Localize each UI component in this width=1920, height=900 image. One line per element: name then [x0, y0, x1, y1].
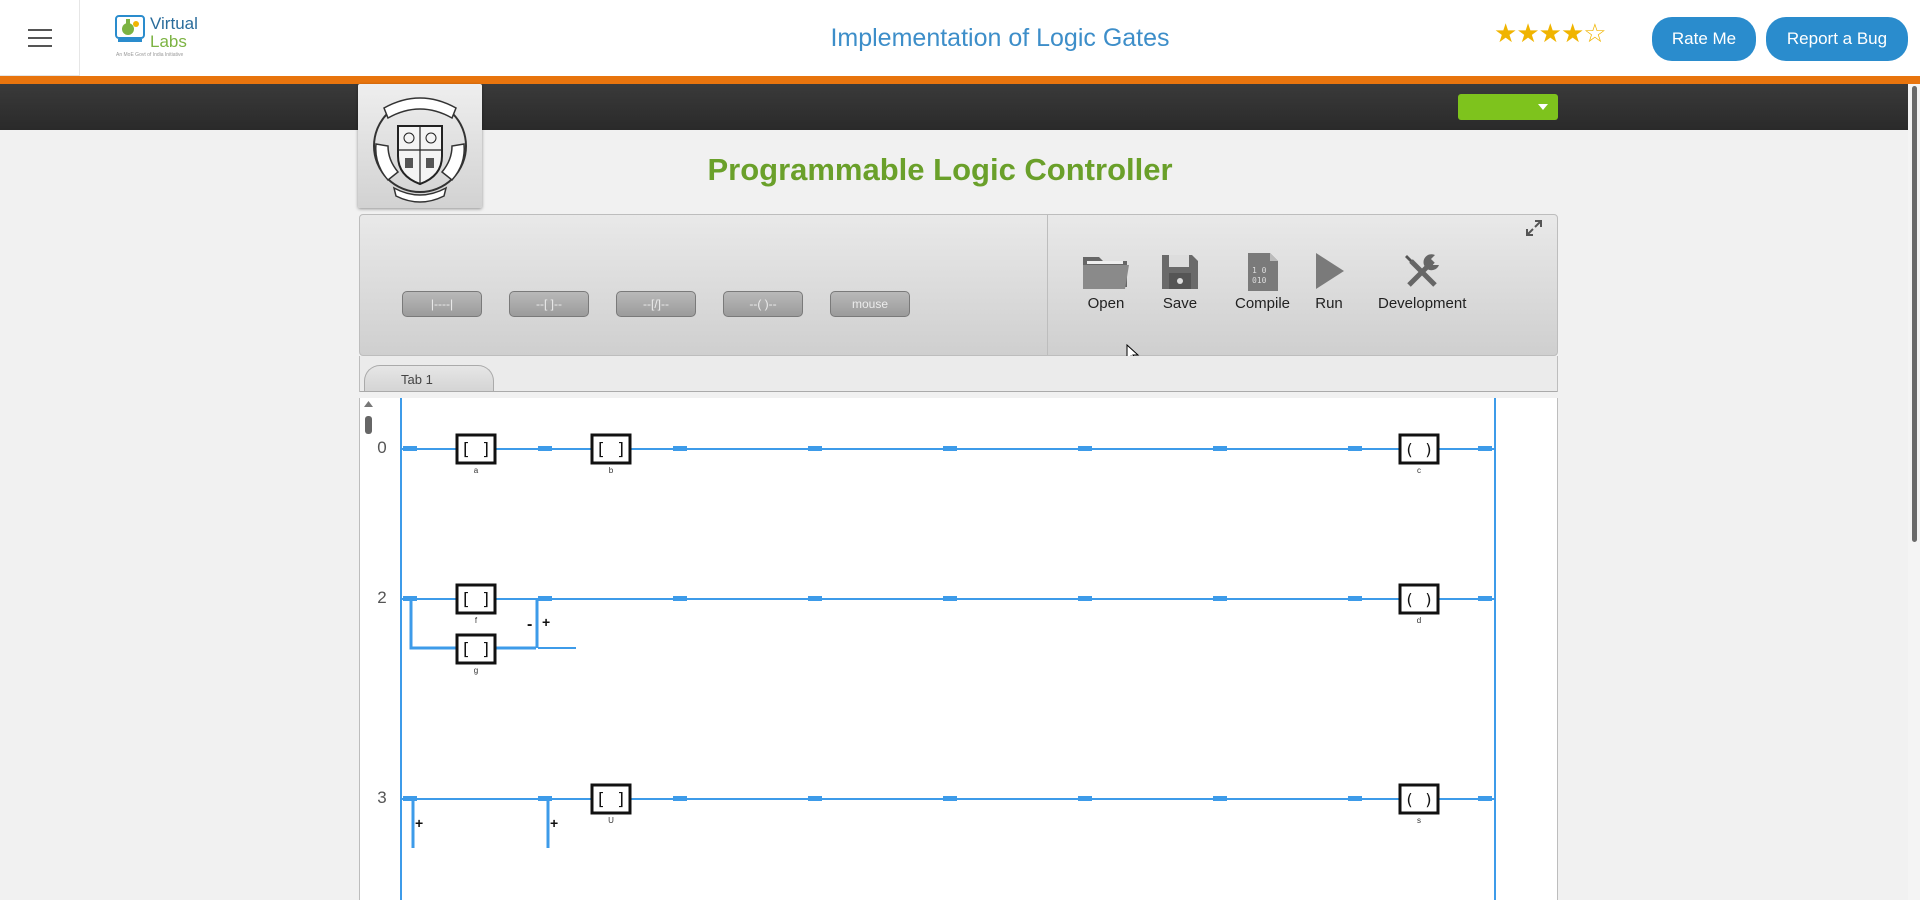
svg-text:010: 010: [1252, 276, 1267, 285]
run-label: Run: [1315, 295, 1343, 312]
coil-tool-button[interactable]: --( )--: [723, 291, 803, 317]
experiment-title: Implementation of Logic Gates: [830, 24, 1170, 52]
branch-plus-mark-left[interactable]: +: [415, 815, 423, 831]
svg-text:[ ]: [ ]: [596, 790, 627, 810]
coil-s-label: s: [1417, 816, 1421, 825]
mouse-tool-button[interactable]: mouse: [830, 291, 910, 317]
svg-text:( ): ( ): [1405, 440, 1434, 459]
top-header: Virtual Labs An MoE Govt of India Initia…: [0, 0, 1920, 76]
save-label: Save: [1162, 295, 1198, 312]
scroll-up-arrow-icon: [364, 401, 373, 407]
contact-f[interactable]: [ ] f: [455, 583, 497, 625]
contact-a[interactable]: [ ] a: [455, 433, 497, 475]
college-seal-icon: [373, 97, 467, 203]
open-label: Open: [1087, 295, 1125, 312]
branch-plus-mark-right[interactable]: +: [550, 815, 558, 831]
rung-3: [401, 796, 1495, 848]
dropdown-button[interactable]: [1458, 94, 1558, 120]
rung-0: [401, 446, 1495, 451]
rating-stars[interactable]: ★★★★☆: [1494, 18, 1607, 49]
ladder-diagram-canvas[interactable]: [ ] a [ ] b ( ) c [ ] f [ ] g - + ( ) d: [359, 398, 1558, 900]
coil-d-label: d: [1417, 616, 1421, 625]
header-accent-line: [0, 76, 1920, 84]
folder-icon: [1083, 257, 1129, 289]
star-filled-icon[interactable]: ★: [1539, 18, 1562, 48]
branch-minus-mark[interactable]: -: [527, 616, 532, 633]
contact-b[interactable]: [ ] b: [590, 433, 632, 475]
svg-text:[ ]: [ ]: [596, 440, 627, 460]
toolbar-divider: [1047, 215, 1048, 355]
nc-contact-tool-button[interactable]: --[/]--: [616, 291, 696, 317]
logo-tagline: An MoE Govt of India Initiative: [116, 52, 184, 58]
svg-text:[ ]: [ ]: [461, 440, 492, 460]
coil-c[interactable]: ( ) c: [1398, 433, 1440, 475]
virtual-labs-logo[interactable]: Virtual Labs An MoE Govt of India Initia…: [110, 12, 200, 64]
ladder-scrollbar[interactable]: [360, 398, 377, 900]
rung-2: [401, 596, 1495, 650]
logo-text-virtual: Virtual: [150, 14, 198, 33]
flask-logo-icon: [115, 15, 145, 42]
star-filled-icon[interactable]: ★: [1494, 18, 1517, 48]
contact-f-label: f: [475, 616, 478, 625]
college-seal-logo: [358, 84, 482, 208]
star-empty-icon[interactable]: ☆: [1583, 18, 1606, 48]
star-filled-icon[interactable]: ★: [1516, 18, 1539, 48]
contact-u-label: U: [608, 816, 614, 825]
compile-label: Compile: [1235, 295, 1291, 312]
binary-file-icon: 1 0 010: [1247, 253, 1278, 291]
hamburger-menu-icon[interactable]: [0, 0, 80, 76]
svg-text:( ): ( ): [1405, 790, 1434, 809]
wrench-screwdriver-icon: [1405, 254, 1440, 287]
plc-toolbar: |----| --[ ]-- --[/]-- --( )-- mouse Ope…: [359, 214, 1558, 356]
run-button[interactable]: Run: [1312, 251, 1346, 312]
svg-text:( ): ( ): [1405, 590, 1434, 609]
tab-1[interactable]: Tab 1: [364, 365, 494, 392]
coil-s[interactable]: ( ) s: [1398, 783, 1440, 825]
ladder-diagram: [ ] a [ ] b ( ) c [ ] f [ ] g - + ( ) d: [400, 398, 1496, 900]
svg-text:[ ]: [ ]: [461, 640, 492, 660]
logo-text-labs: Labs: [150, 32, 187, 51]
rate-me-button[interactable]: Rate Me: [1652, 17, 1756, 61]
floppy-disk-icon: [1162, 255, 1198, 289]
plc-page-title: Programmable Logic Controller: [707, 152, 1173, 187]
contact-a-label: a: [474, 466, 479, 475]
tab-strip: Tab 1: [359, 356, 1558, 392]
star-filled-icon[interactable]: ★: [1561, 18, 1584, 48]
contact-u[interactable]: [ ] U: [590, 783, 632, 825]
contact-b-label: b: [609, 466, 614, 475]
no-contact-tool-button[interactable]: --[ ]--: [509, 291, 589, 317]
open-button[interactable]: Open: [1081, 251, 1131, 312]
development-label: Development: [1378, 295, 1467, 312]
horizontal-wire-tool-button[interactable]: |----|: [402, 291, 482, 317]
save-button[interactable]: Save: [1160, 251, 1200, 312]
branch-plus-mark[interactable]: +: [542, 614, 550, 630]
svg-text:1 0: 1 0: [1252, 266, 1267, 275]
report-bug-button[interactable]: Report a Bug: [1766, 17, 1908, 61]
page-scrollbar-thumb[interactable]: [1912, 86, 1917, 542]
play-icon: [1316, 253, 1344, 289]
expand-icon[interactable]: [1524, 218, 1544, 238]
coil-c-label: c: [1417, 466, 1421, 475]
nav-bar: [0, 84, 1920, 130]
development-button[interactable]: Development: [1378, 251, 1466, 312]
contact-g[interactable]: [ ] g: [455, 633, 497, 675]
contact-g-label: g: [474, 666, 478, 675]
ladder-scrollbar-thumb: [365, 416, 372, 434]
compile-button[interactable]: 1 0 010 Compile: [1235, 251, 1290, 312]
svg-text:[ ]: [ ]: [461, 590, 492, 610]
coil-d[interactable]: ( ) d: [1398, 583, 1440, 625]
